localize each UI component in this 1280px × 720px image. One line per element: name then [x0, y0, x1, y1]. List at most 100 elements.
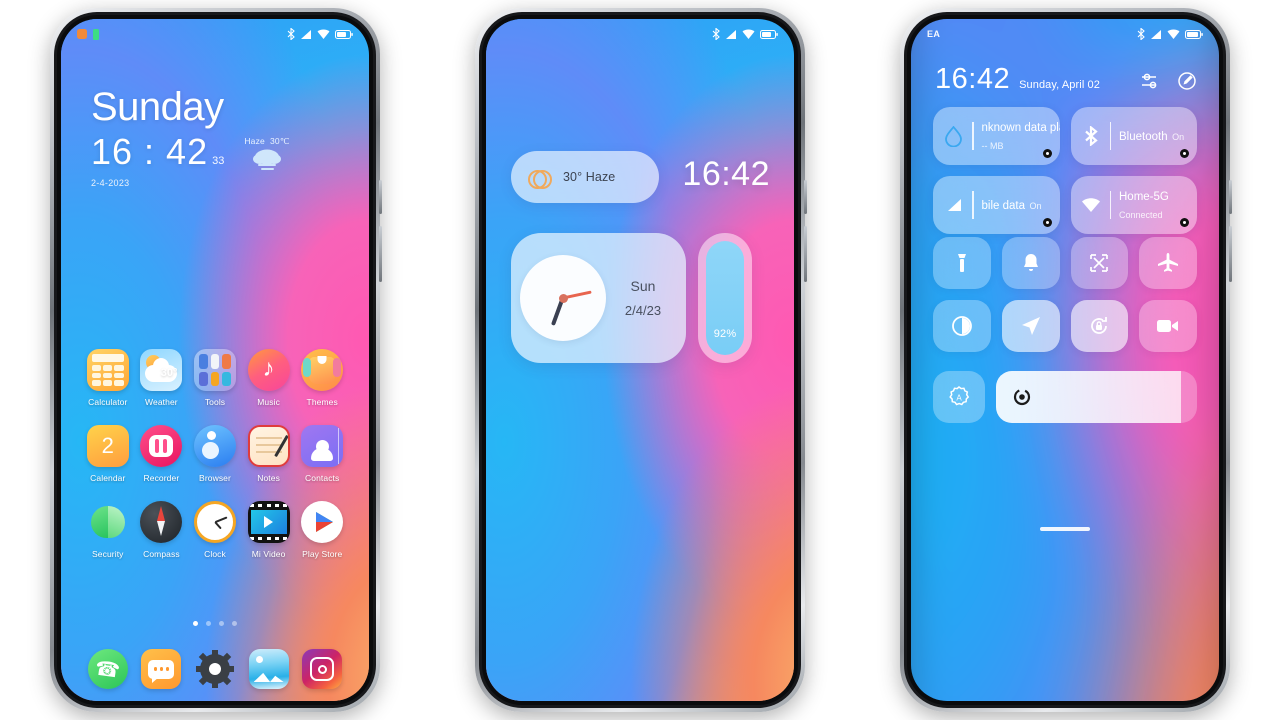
weather-temperature: 30℃ — [270, 136, 290, 146]
app-compass[interactable]: Compass — [135, 501, 189, 559]
toggle-screenshot[interactable] — [1070, 237, 1129, 289]
app-browser[interactable]: Browser — [188, 425, 242, 483]
app-label: Compass — [143, 549, 180, 559]
tile-wifi[interactable]: Home-5G Connected — [1070, 176, 1197, 234]
app-contacts[interactable]: Contacts — [295, 425, 349, 483]
brightness-icon — [1013, 388, 1031, 406]
app-label: Recorder — [143, 473, 180, 483]
page-indicator — [61, 621, 369, 626]
app-label: Tools — [204, 397, 226, 407]
app-weather[interactable]: 30° Weather — [135, 349, 189, 407]
bluetooth-icon — [1081, 126, 1102, 146]
app-label: Contacts — [305, 473, 340, 483]
tile-expand-button[interactable] — [1042, 149, 1052, 158]
calendar-date-number: 2 — [101, 433, 114, 458]
instagram-icon — [302, 649, 343, 689]
weather-widget[interactable]: 30° Haze — [511, 151, 659, 203]
browser-icon — [193, 425, 236, 467]
music-icon: ♪ — [247, 349, 290, 391]
analog-clock-icon — [520, 255, 606, 341]
app-label: Clock — [204, 549, 226, 559]
weather-widget-text: 30° Haze — [563, 170, 616, 184]
edit-pencil-icon[interactable] — [1177, 71, 1197, 91]
home-indicator[interactable] — [1040, 527, 1090, 531]
app-music[interactable]: ♪ Music — [242, 349, 296, 407]
power-button[interactable] — [379, 226, 382, 282]
app-label: Security — [92, 549, 124, 559]
tile-subtitle: On — [1029, 201, 1042, 211]
battery-widget[interactable]: 92% — [698, 233, 752, 363]
page-dot[interactable] — [232, 621, 237, 626]
weather-icon: 30° — [140, 349, 183, 391]
dock-messages[interactable] — [135, 649, 189, 689]
brightness-slider[interactable] — [996, 371, 1197, 423]
wifi-icon — [1167, 29, 1180, 39]
cc-brightness-row: A — [933, 371, 1197, 423]
app-grid: Calculator 30° Weather Tools ♪ Music The… — [81, 349, 349, 559]
analog-clock-widget[interactable]: Sun 2/4/23 — [511, 233, 686, 363]
toggle-airplane-mode[interactable] — [1139, 237, 1197, 289]
app-themes[interactable]: Themes — [295, 349, 349, 407]
haze-glasses-icon — [528, 169, 552, 189]
clock-widget-info: Sun 2/4/23 — [606, 278, 686, 318]
power-button[interactable] — [1229, 226, 1232, 282]
settings-sliders-icon[interactable] — [1141, 71, 1161, 91]
app-recorder[interactable]: Recorder — [135, 425, 189, 483]
tile-expand-button[interactable] — [1180, 149, 1189, 158]
clock-widget-date: 2/4/23 — [624, 303, 662, 318]
status-icons — [1137, 28, 1203, 40]
tile-expand-button[interactable] — [1180, 218, 1189, 227]
tile-expand-button[interactable] — [1042, 218, 1052, 227]
page-dot[interactable] — [206, 621, 211, 626]
dock-instagram[interactable] — [295, 649, 349, 689]
mobile-data-icon — [943, 197, 964, 213]
tile-subtitle: On — [1172, 132, 1185, 142]
toggle-rotation-lock[interactable] — [1070, 300, 1129, 352]
dock-settings[interactable] — [188, 649, 242, 689]
rotation-lock-icon — [1091, 317, 1108, 334]
tile-data-usage[interactable]: nknown data pla -- MB — [933, 107, 1060, 165]
power-button[interactable] — [804, 226, 807, 282]
clock-seconds: 33 — [212, 155, 225, 167]
notes-icon — [247, 425, 290, 467]
app-label: Music — [257, 397, 280, 407]
weather-condition: Haze — [244, 136, 265, 146]
volume-button[interactable] — [379, 180, 382, 214]
toggle-notifications[interactable] — [1001, 237, 1060, 289]
toggle-screen-recorder[interactable] — [1139, 300, 1197, 352]
app-calculator[interactable]: Calculator — [81, 349, 135, 407]
status-notifications — [77, 28, 99, 40]
screen-recorder-icon — [1157, 320, 1179, 332]
app-clock[interactable]: Clock — [188, 501, 242, 559]
phone-control-center: EA 16:42 Sunday, April 02 nknown data pl… — [900, 8, 1232, 712]
dock-gallery[interactable] — [242, 649, 296, 689]
gallery-icon — [248, 649, 289, 689]
volume-button[interactable] — [1229, 180, 1232, 214]
page-dot-active[interactable] — [193, 621, 198, 626]
app-mi-video[interactable]: Mi Video — [242, 501, 296, 559]
tile-mobile-data[interactable]: bile data On — [933, 176, 1060, 234]
app-label: Calculator — [88, 397, 128, 407]
page-dot[interactable] — [219, 621, 224, 626]
tile-bluetooth[interactable]: Bluetooth On — [1070, 107, 1197, 165]
themes-icon — [301, 349, 344, 391]
app-notes[interactable]: Notes — [242, 425, 296, 483]
app-security[interactable]: Security — [81, 501, 135, 559]
app-label: Browser — [199, 473, 231, 483]
dock-phone[interactable]: ☎ — [81, 649, 135, 689]
app-tools[interactable]: Tools — [188, 349, 242, 407]
clock-weather[interactable]: Haze 30℃ — [244, 136, 289, 176]
app-calendar[interactable]: 2 Calendar — [81, 425, 135, 483]
signal-icon — [726, 29, 736, 39]
volume-button[interactable] — [804, 180, 807, 214]
clock-date: 2-4-2023 — [91, 178, 130, 188]
calendar-icon: 2 — [86, 425, 129, 467]
toggle-dark-mode[interactable] — [933, 300, 991, 352]
cc-connectivity-tiles: nknown data pla -- MB Bluetooth On bile … — [933, 107, 1197, 234]
toggle-location[interactable] — [1001, 300, 1060, 352]
toggle-flashlight[interactable] — [933, 237, 991, 289]
bell-icon — [1023, 254, 1038, 271]
app-play-store[interactable]: Play Store — [295, 501, 349, 559]
auto-brightness-toggle[interactable]: A — [933, 371, 985, 423]
home-clock-time: 16:42 — [682, 155, 770, 193]
